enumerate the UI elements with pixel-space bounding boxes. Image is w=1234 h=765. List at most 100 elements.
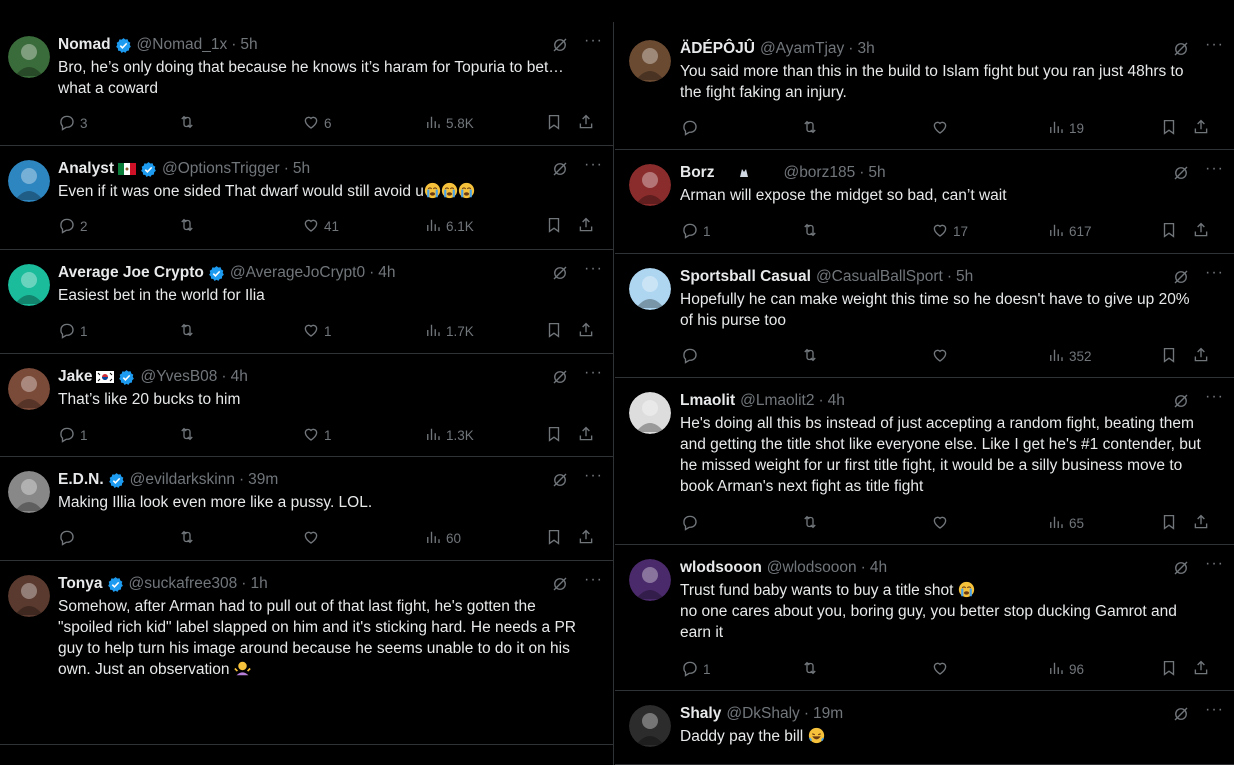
display-name[interactable]: Nomad	[58, 36, 111, 54]
retweet-button[interactable]	[178, 216, 196, 237]
like-button[interactable]: 41	[302, 216, 339, 237]
like-button[interactable]: 17	[931, 221, 968, 242]
more-icon[interactable]: ···	[584, 32, 603, 50]
reply-post[interactable]: Average Joe Crypto @AverageJoCrypt0 · 4h Eas…	[0, 250, 613, 354]
reply-button[interactable]	[681, 118, 703, 139]
user-handle[interactable]: @evildarkskinn	[130, 471, 235, 489]
bookmark-button[interactable]	[545, 321, 563, 342]
user-handle[interactable]: @CasualBallSport	[816, 268, 943, 286]
display-name[interactable]: ÄDÉPÔJÛ	[680, 40, 755, 58]
grok-icon[interactable]	[551, 368, 569, 386]
retweet-button[interactable]	[801, 346, 819, 367]
share-button[interactable]	[577, 528, 595, 549]
user-handle[interactable]: @wlodsooon	[767, 559, 857, 577]
reply-button[interactable]	[58, 528, 80, 549]
more-icon[interactable]: ···	[1205, 555, 1224, 573]
reply-button[interactable]	[681, 346, 703, 367]
bookmark-button[interactable]	[545, 113, 563, 134]
grok-icon[interactable]	[1172, 705, 1190, 723]
post-time[interactable]: 3h	[857, 40, 874, 58]
more-icon[interactable]: ···	[584, 467, 603, 485]
grok-icon[interactable]	[551, 264, 569, 282]
bookmark-button[interactable]	[1160, 221, 1178, 242]
post-time[interactable]: 5h	[868, 164, 885, 182]
reply-button[interactable]: 1	[58, 321, 88, 342]
reply-post[interactable]: Tonya @suckafree308 · 1h Somehow, after Arma…	[0, 561, 613, 745]
bookmark-button[interactable]	[1160, 659, 1178, 680]
more-icon[interactable]: ···	[1205, 264, 1224, 282]
user-handle[interactable]: @YvesB08	[140, 368, 217, 386]
avatar[interactable]	[629, 392, 671, 434]
reply-button[interactable]: 3	[58, 113, 88, 134]
bookmark-button[interactable]	[1160, 346, 1178, 367]
grok-icon[interactable]	[551, 160, 569, 178]
reply-post[interactable]: Jake @YvesB08 · 4h That’s like 20 bucks to h…	[0, 354, 613, 457]
views-button[interactable]: 617	[1047, 221, 1092, 242]
display-name[interactable]: Average Joe Crypto	[58, 264, 204, 282]
user-handle[interactable]: @AyamTjay	[760, 40, 844, 58]
views-button[interactable]: 60	[424, 528, 461, 549]
retweet-button[interactable]	[178, 528, 196, 549]
user-handle[interactable]: @Lmaolit2	[740, 392, 814, 410]
avatar[interactable]	[8, 36, 50, 78]
reply-post[interactable]: Borz @borz185 · 5h Arman will expose the mid…	[615, 150, 1234, 254]
display-name[interactable]: Jake	[58, 368, 92, 386]
more-icon[interactable]: ···	[584, 364, 603, 382]
retweet-button[interactable]	[801, 118, 819, 139]
views-button[interactable]: 19	[1047, 118, 1084, 139]
views-button[interactable]: 96	[1047, 659, 1084, 680]
grok-icon[interactable]	[551, 36, 569, 54]
views-button[interactable]: 1.3K	[424, 425, 474, 446]
share-button[interactable]	[1192, 346, 1210, 367]
views-button[interactable]: 65	[1047, 513, 1084, 534]
views-button[interactable]: 352	[1047, 346, 1092, 367]
reply-post[interactable]: Lmaolit @Lmaolit2 · 4h He's doing all this b…	[615, 378, 1234, 545]
post-time[interactable]: 39m	[248, 471, 278, 489]
avatar[interactable]	[629, 268, 671, 310]
post-time[interactable]: 4h	[870, 559, 887, 577]
more-icon[interactable]: ···	[1205, 388, 1224, 406]
retweet-button[interactable]	[178, 113, 196, 134]
more-icon[interactable]: ···	[1205, 36, 1224, 54]
bookmark-button[interactable]	[545, 216, 563, 237]
reply-post[interactable]: Analyst @OptionsTrigger · 5h Even if it was …	[0, 146, 613, 250]
display-name[interactable]: Analyst	[58, 160, 114, 178]
share-button[interactable]	[1192, 221, 1210, 242]
retweet-button[interactable]	[178, 425, 196, 446]
share-button[interactable]	[577, 216, 595, 237]
share-button[interactable]	[577, 113, 595, 134]
share-button[interactable]	[1192, 118, 1210, 139]
avatar[interactable]	[629, 40, 671, 82]
display-name[interactable]: Lmaolit	[680, 392, 735, 410]
display-name[interactable]: Shaly	[680, 705, 721, 723]
share-button[interactable]	[1192, 659, 1210, 680]
like-button[interactable]: 1	[302, 425, 332, 446]
retweet-button[interactable]	[801, 221, 819, 242]
bookmark-button[interactable]	[1160, 118, 1178, 139]
grok-icon[interactable]	[1172, 164, 1190, 182]
user-handle[interactable]: @suckafree308	[129, 575, 238, 593]
display-name[interactable]: wlodsooon	[680, 559, 762, 577]
reply-post[interactable]: E.D.N. @evildarkskinn · 39m Making Illia loo…	[0, 457, 613, 561]
retweet-button[interactable]	[801, 659, 819, 680]
bookmark-button[interactable]	[545, 528, 563, 549]
post-time[interactable]: 5h	[240, 36, 257, 54]
like-button[interactable]	[931, 118, 953, 139]
reply-post[interactable]: Nomad @Nomad_1x · 5h Bro, he’s only doing th…	[0, 22, 613, 146]
post-time[interactable]: 5h	[293, 160, 310, 178]
reply-post[interactable]: wlodsooon @wlodsooon · 4h Trust fund baby wa…	[615, 545, 1234, 691]
user-handle[interactable]: @AverageJoCrypt0	[230, 264, 365, 282]
post-time[interactable]: 4h	[231, 368, 248, 386]
avatar[interactable]	[8, 471, 50, 513]
display-name[interactable]: Borz	[680, 164, 714, 182]
avatar[interactable]	[629, 559, 671, 601]
post-time[interactable]: 1h	[250, 575, 267, 593]
reply-button[interactable]: 2	[58, 216, 88, 237]
post-time[interactable]: 5h	[956, 268, 973, 286]
grok-icon[interactable]	[551, 471, 569, 489]
reply-post[interactable]: ÄDÉPÔJÛ @AyamTjay · 3h You said more than th…	[615, 26, 1234, 150]
like-button[interactable]: 1	[302, 321, 332, 342]
user-handle[interactable]: @DkShaly	[726, 705, 799, 723]
reply-button[interactable]	[681, 513, 703, 534]
post-time[interactable]: 4h	[378, 264, 395, 282]
